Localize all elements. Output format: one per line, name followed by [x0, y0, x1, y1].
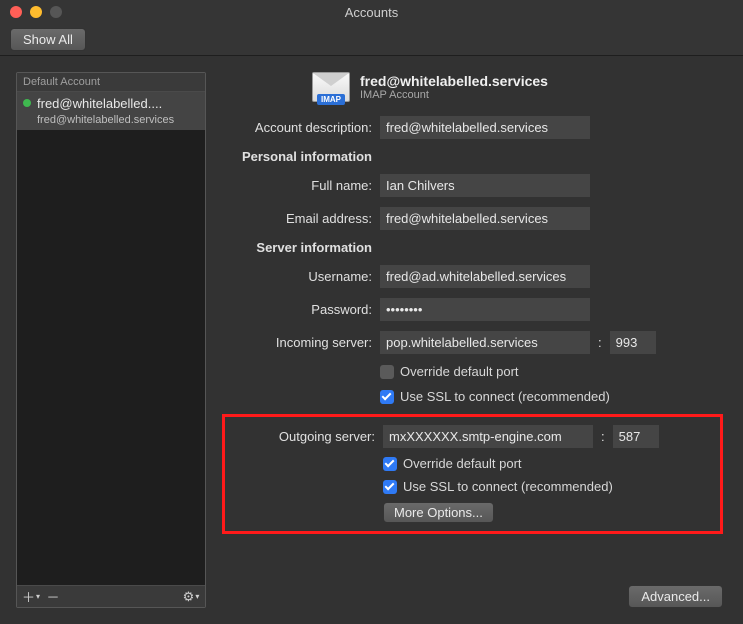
port-separator: :: [601, 429, 605, 444]
account-title: fred@whitelabelled.services: [360, 73, 548, 89]
outgoing-override-label: Override default port: [403, 456, 522, 471]
sidebar-item-sub: fred@whitelabelled.services: [17, 114, 205, 130]
advanced-button[interactable]: Advanced...: [628, 585, 723, 608]
password-label: Password:: [222, 302, 372, 317]
sidebar-item-name: fred@whitelabelled....: [37, 96, 162, 111]
remove-account-button[interactable]: －: [43, 589, 63, 605]
description-label: Account description:: [222, 120, 372, 135]
description-field[interactable]: [380, 116, 590, 139]
footer: Advanced...: [222, 575, 723, 608]
incoming-label: Incoming server:: [222, 335, 372, 350]
fullname-label: Full name:: [222, 178, 372, 193]
sidebar-actions-button[interactable]: ⚙ ▾: [181, 589, 201, 605]
password-field[interactable]: [380, 298, 590, 321]
toolbar: Show All: [0, 24, 743, 56]
email-field[interactable]: [380, 207, 590, 230]
incoming-override-label: Override default port: [400, 364, 519, 379]
titlebar: Accounts: [0, 0, 743, 24]
username-field[interactable]: [380, 265, 590, 288]
outgoing-ssl-label: Use SSL to connect (recommended): [403, 479, 613, 494]
sidebar-account-item[interactable]: fred@whitelabelled....: [17, 92, 205, 114]
account-subtitle: IMAP Account: [360, 89, 548, 101]
sidebar-list: fred@whitelabelled.... fred@whitelabelle…: [17, 92, 205, 585]
sidebar-header: Default Account: [17, 73, 205, 92]
outgoing-highlight: Outgoing server: : Override default port…: [222, 414, 723, 534]
outgoing-label: Outgoing server:: [231, 429, 375, 444]
chevron-down-icon: ▾: [36, 592, 40, 601]
incoming-ssl-checkbox[interactable]: [380, 390, 394, 404]
port-separator: :: [598, 335, 602, 350]
add-account-button[interactable]: ＋ ▾: [21, 589, 41, 605]
show-all-button[interactable]: Show All: [10, 28, 86, 51]
outgoing-port-field[interactable]: [613, 425, 659, 448]
outgoing-ssl-checkbox[interactable]: [383, 480, 397, 494]
username-label: Username:: [222, 269, 372, 284]
email-label: Email address:: [222, 211, 372, 226]
account-form: Account description: Personal informatio…: [222, 116, 723, 534]
more-options-button[interactable]: More Options...: [383, 502, 494, 523]
mail-icon: IMAP: [312, 72, 350, 102]
window-title: Accounts: [0, 5, 743, 20]
chevron-down-icon: ▾: [195, 592, 199, 601]
incoming-ssl-label: Use SSL to connect (recommended): [400, 389, 610, 404]
fullname-field[interactable]: [380, 174, 590, 197]
sidebar-footer: ＋ ▾ － ⚙ ▾: [17, 585, 205, 607]
server-section-label: Server information: [222, 240, 372, 255]
outgoing-override-port-checkbox[interactable]: [383, 457, 397, 471]
accounts-window: Accounts Show All Default Account fred@w…: [0, 0, 743, 624]
incoming-server-field[interactable]: [380, 331, 590, 354]
personal-section-label: Personal information: [222, 149, 372, 164]
outgoing-server-field[interactable]: [383, 425, 593, 448]
content: Default Account fred@whitelabelled.... f…: [0, 56, 743, 624]
incoming-override-port-checkbox[interactable]: [380, 365, 394, 379]
status-dot-icon: [23, 99, 31, 107]
account-header: IMAP fred@whitelabelled.services IMAP Ac…: [312, 72, 723, 102]
gear-icon: ⚙: [183, 589, 195, 605]
incoming-port-field[interactable]: [610, 331, 656, 354]
minus-icon: －: [46, 587, 59, 606]
imap-badge: IMAP: [317, 94, 345, 105]
account-details: IMAP fred@whitelabelled.services IMAP Ac…: [222, 72, 727, 608]
plus-icon: ＋: [22, 587, 35, 606]
accounts-sidebar: Default Account fred@whitelabelled.... f…: [16, 72, 206, 608]
